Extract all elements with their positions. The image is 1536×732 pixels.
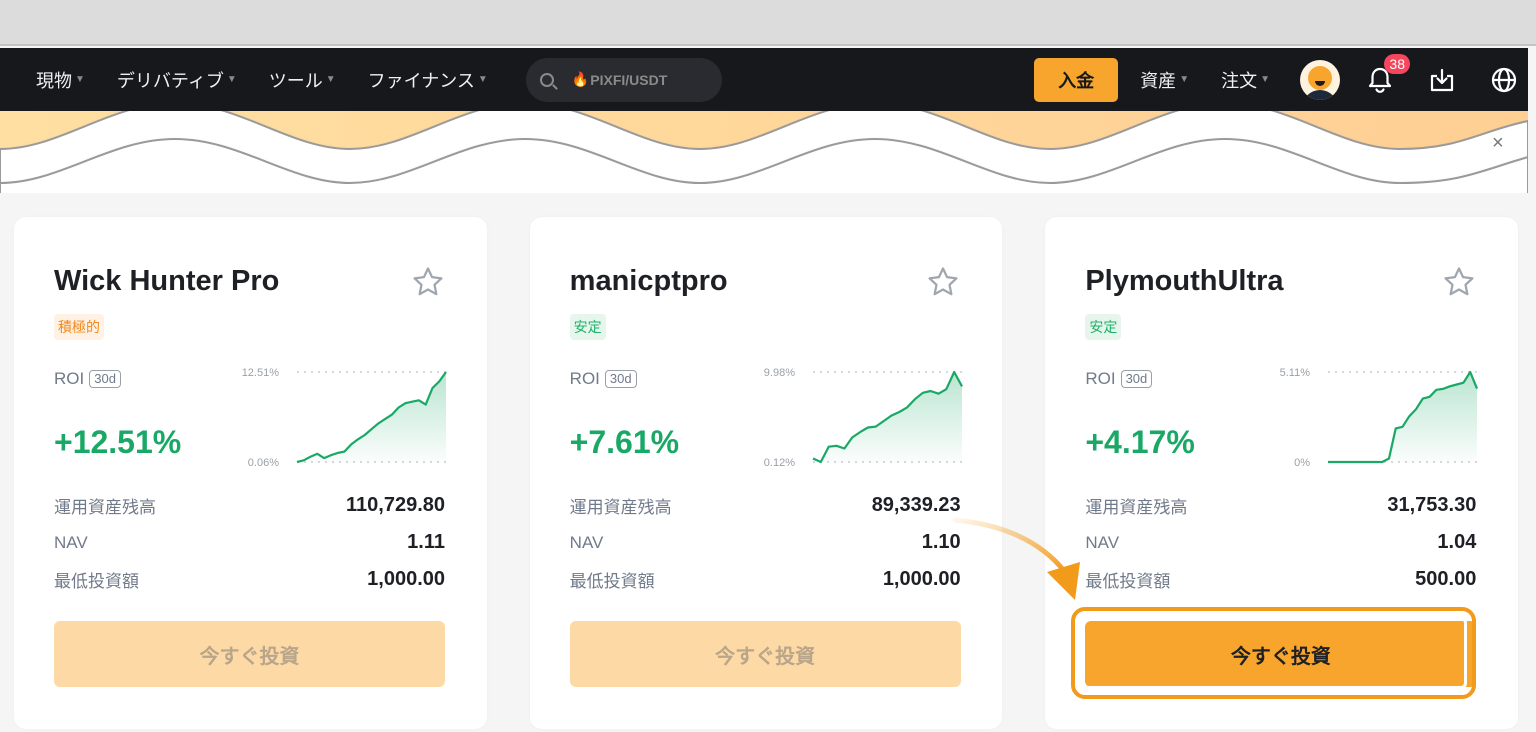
- caret-down-icon: ▼: [1260, 74, 1270, 85]
- roi-value: +7.61%: [569, 424, 680, 460]
- min-invest-value: 1,000.00: [367, 568, 445, 590]
- min-invest-value: 1,000.00: [882, 568, 961, 590]
- promo-banner-wave: [0, 111, 1528, 211]
- search-placeholder: PIXFI/USDT: [590, 71, 668, 88]
- star-icon[interactable]: [1442, 265, 1476, 299]
- avatar[interactable]: [1300, 59, 1340, 100]
- roi-sparkline: 12.51% 0.06%: [242, 367, 447, 469]
- min-invest-value: 500.00: [1415, 568, 1477, 590]
- invest-now-button[interactable]: 今すぐ投資: [54, 621, 445, 687]
- strategy-title[interactable]: manicptpro: [570, 265, 728, 298]
- notifications-button[interactable]: 38: [1364, 53, 1410, 96]
- search-input[interactable]: 🔥 PIXFI/USDT: [525, 57, 722, 102]
- roi-value: +12.51%: [54, 424, 182, 460]
- period-badge: 30d: [89, 370, 121, 388]
- caret-down-icon: ▼: [325, 74, 336, 85]
- roi-label: ROI 30d: [1085, 369, 1153, 389]
- y-tick-label-min: 0.06%: [248, 457, 279, 469]
- deposit-button[interactable]: 入金: [1034, 57, 1119, 102]
- aum-value: 31,753.30: [1387, 494, 1477, 516]
- roi-sparkline: 5.11% 0%: [1280, 367, 1479, 469]
- caret-down-icon: ▼: [477, 74, 488, 85]
- period-badge: 30d: [1120, 370, 1153, 388]
- min-invest-row: 最低投資額 500.00: [1085, 568, 1477, 591]
- caret-down-icon: ▼: [1179, 74, 1190, 85]
- nav-tools-label: ツール: [268, 70, 323, 91]
- y-tick-label-min: 0%: [1294, 457, 1310, 469]
- risk-tag: 安定: [569, 314, 606, 340]
- nav-spot-label: 現物: [36, 70, 72, 91]
- nav-value: 1.11: [407, 531, 445, 553]
- min-invest-row: 最低投資額 1,000.00: [569, 568, 961, 591]
- stats: 運用資産残高 31,753.30 NAV 1.04 最低投資額 500.00: [1085, 487, 1476, 598]
- top-navigation: 現物 ▼ デリバティブ ▼ ツール ▼ ファイナンス ▼ 🔥 PIXFI/USDT 入金…: [0, 48, 1528, 111]
- strategy-card: manicptpro 安定 ROI 30d +7.61% 9.98% 0.12% 運…: [529, 217, 1003, 729]
- nav-spot[interactable]: 現物 ▼: [36, 67, 85, 93]
- risk-tag: 安定: [1085, 314, 1122, 340]
- nav-value: 1.10: [921, 531, 961, 553]
- stats: 運用資産残高 110,729.80 NAV 1.11 最低投資額 1,000.00: [54, 487, 445, 598]
- period-badge: 30d: [604, 370, 637, 388]
- roi-area: [812, 372, 962, 462]
- strategy-card: PlymouthUltra 安定 ROI 30d +4.17% 5.11% 0% 運…: [1045, 217, 1519, 729]
- star-icon[interactable]: [411, 265, 445, 299]
- copy-trading-cards: Wick Hunter Pro 積極的 ROI 30d +12.51% 12.51…: [14, 217, 1519, 729]
- browser-top-band: [0, 0, 1536, 46]
- close-icon[interactable]: ×: [1492, 132, 1504, 155]
- roi-area: [297, 372, 446, 462]
- star-icon[interactable]: [926, 265, 960, 299]
- stats: 運用資産残高 89,339.23 NAV 1.10 最低投資額 1,000.00: [570, 487, 961, 598]
- download-button[interactable]: [1426, 64, 1458, 96]
- nav-finance-label: ファイナンス: [367, 70, 475, 91]
- nav-derivatives[interactable]: デリバティブ ▼: [117, 67, 237, 93]
- caret-down-icon: ▼: [226, 74, 237, 85]
- nav-row: NAV 1.11: [54, 531, 445, 553]
- nav-row: NAV 1.10: [569, 531, 961, 553]
- nav-derivatives-label: デリバティブ: [116, 70, 224, 91]
- notification-badge: 38: [1384, 53, 1410, 74]
- search-icon: [539, 72, 554, 87]
- y-tick-label-min: 0.12%: [763, 457, 794, 469]
- strategy-card: Wick Hunter Pro 積極的 ROI 30d +12.51% 12.51…: [14, 217, 487, 729]
- nav-assets-label: 資産: [1140, 70, 1177, 91]
- roi-value: +4.17%: [1085, 424, 1195, 460]
- caret-down-icon: ▼: [75, 74, 85, 85]
- risk-tag: 積極的: [54, 314, 104, 340]
- y-tick-label-max: 9.98%: [763, 367, 794, 379]
- nav-orders[interactable]: 注文 ▼: [1221, 67, 1270, 93]
- nav-orders-label: 注文: [1221, 70, 1258, 91]
- download-icon: [1430, 68, 1454, 91]
- language-button[interactable]: [1488, 64, 1520, 96]
- aum-row: 運用資産残高 31,753.30: [1085, 494, 1477, 517]
- invest-now-button[interactable]: 今すぐ投資: [1085, 621, 1477, 687]
- nav-value: 1.04: [1437, 531, 1477, 553]
- nav-finance[interactable]: ファイナンス ▼: [368, 67, 488, 93]
- globe-icon: [1491, 67, 1517, 92]
- nav-tools[interactable]: ツール ▼: [269, 67, 336, 93]
- y-tick-label-max: 12.51%: [242, 367, 280, 379]
- nav-assets[interactable]: 資産 ▼: [1140, 67, 1189, 93]
- nav-row: NAV 1.04: [1085, 531, 1477, 553]
- invest-now-button[interactable]: 今すぐ投資: [569, 621, 961, 687]
- strategy-title[interactable]: PlymouthUltra: [1085, 265, 1283, 298]
- y-tick-label-max: 5.11%: [1280, 367, 1311, 379]
- aum-value: 110,729.80: [346, 494, 445, 516]
- aum-value: 89,339.23: [871, 494, 961, 516]
- aum-row: 運用資産残高 89,339.23: [569, 494, 961, 517]
- aum-row: 運用資産残高 110,729.80: [54, 494, 445, 517]
- flame-icon: 🔥: [571, 71, 590, 87]
- roi-label: ROI 30d: [54, 369, 121, 389]
- min-invest-row: 最低投資額 1,000.00: [54, 568, 445, 591]
- roi-sparkline: 9.98% 0.12%: [763, 367, 963, 469]
- roi-label: ROI 30d: [570, 369, 637, 389]
- strategy-title[interactable]: Wick Hunter Pro: [54, 265, 279, 298]
